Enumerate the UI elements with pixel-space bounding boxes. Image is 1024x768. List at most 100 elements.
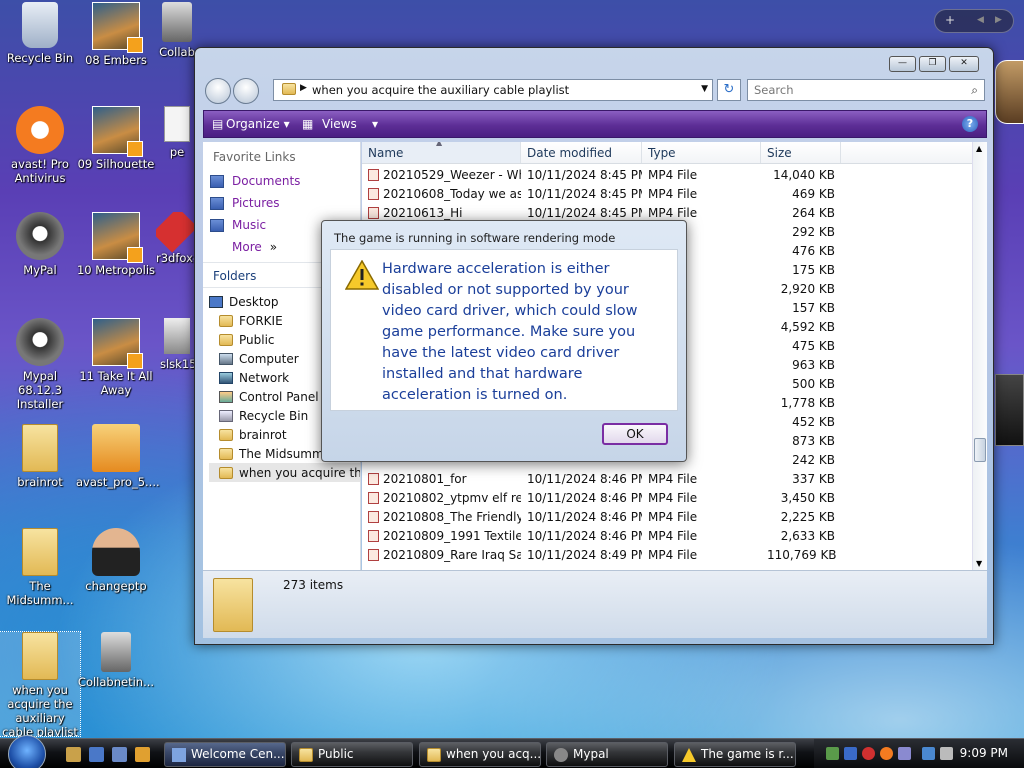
taskbar-button-game-dialog[interactable]: The game is r... xyxy=(674,742,796,767)
vertical-scrollbar[interactable]: ▲ ▼ xyxy=(972,142,987,570)
folder-icon xyxy=(213,578,253,632)
clock[interactable]: 9:09 PM xyxy=(960,746,1008,760)
file-date: 10/11/2024 8:46 PM xyxy=(527,528,642,543)
tree-item-label: The Midsumm xyxy=(239,446,324,461)
column-header-date[interactable]: Date modified xyxy=(521,142,642,163)
file-size: 242 KB xyxy=(792,452,835,467)
notification-area: 9:09 PM xyxy=(814,739,1024,768)
pictures-icon xyxy=(210,196,224,210)
desktop-icon-recycle-bin[interactable]: Recycle Bin xyxy=(0,2,80,65)
tray-icon[interactable] xyxy=(862,747,875,760)
file-date: 10/11/2024 8:45 PM xyxy=(527,205,642,220)
file-size: 469 KB xyxy=(792,186,835,201)
file-row[interactable]: 20210802_ytpmv elf re... 10/11/2024 8:46 … xyxy=(362,488,972,507)
desktop-icon-avast[interactable]: avast! Pro Antivirus xyxy=(0,106,80,185)
tree-item-current-folder[interactable]: when you acquire the xyxy=(209,463,360,482)
search-icon[interactable]: ⌕ xyxy=(971,83,978,98)
ok-button[interactable]: OK xyxy=(602,423,668,445)
network-icon[interactable] xyxy=(922,747,935,760)
warning-icon xyxy=(345,260,379,290)
desktop-icon-avast-pro[interactable]: avast_pro_5.... xyxy=(76,424,160,489)
desktop-icon-label: changeptp xyxy=(85,579,147,593)
organize-label: Organize xyxy=(226,117,280,131)
person-icon xyxy=(92,528,140,576)
file-row[interactable]: 20210529_Weezer - Wh... 10/11/2024 8:45 P… xyxy=(362,165,972,184)
desktop-icon-10-metropolis[interactable]: 10 Metropolis xyxy=(76,212,156,277)
sidebar-gadget[interactable] xyxy=(995,374,1024,446)
switch-windows-icon[interactable] xyxy=(112,747,127,762)
close-button[interactable]: ✕ xyxy=(949,56,979,72)
next-button[interactable]: ▶ xyxy=(995,15,1002,25)
search-input[interactable]: Search ⌕ xyxy=(747,79,985,101)
chevron-down-icon[interactable]: ▼ xyxy=(701,84,708,94)
desktop-icon-auxiliary-playlist[interactable]: when you acquire the auxiliary cable pla… xyxy=(0,631,81,737)
desktop-icon-08-embers[interactable]: 08 Embers xyxy=(76,2,156,67)
avast-tray-icon[interactable] xyxy=(880,747,893,760)
desktop-icon-label: Collab xyxy=(159,45,195,59)
chevron-right-icon[interactable]: ▶ xyxy=(300,83,307,93)
desktop-icon-mypal-installer[interactable]: Mypal 68.12.3 Installer xyxy=(0,318,80,411)
file-size: 452 KB xyxy=(792,414,835,429)
address-bar[interactable]: ▶ when you acquire the auxiliary cable p… xyxy=(273,79,713,101)
desktop-icon-pe[interactable]: pe xyxy=(160,106,194,159)
taskbar-button-welcome-center[interactable]: Welcome Cen... xyxy=(164,742,286,767)
file-date: 10/11/2024 8:46 PM xyxy=(527,490,642,505)
desktop-icon-brainrot[interactable]: brainrot xyxy=(0,424,80,489)
desktop-icon-slsk[interactable]: slsk157 xyxy=(160,318,194,371)
file-row[interactable]: 20210809_Rare Iraq Sad... 10/11/2024 8:49… xyxy=(362,545,972,564)
installer-icon xyxy=(92,424,140,472)
show-desktop-icon[interactable] xyxy=(89,747,104,762)
back-button[interactable] xyxy=(205,78,231,104)
sidebar-controls: + ◀ ▶ xyxy=(934,9,1014,33)
minimize-button[interactable]: — xyxy=(889,56,916,72)
column-header-size[interactable]: Size xyxy=(761,142,841,163)
desktop-icon-the-midsummer[interactable]: The Midsumm... xyxy=(0,528,80,607)
scroll-down-icon[interactable]: ▼ xyxy=(976,559,982,568)
desktop-icon-11-take-it-all-away[interactable]: 11 Take It All Away xyxy=(76,318,156,397)
taskbar-button-playlist-folder[interactable]: when you acq... xyxy=(419,742,541,767)
taskbar-button-mypal[interactable]: Mypal xyxy=(546,742,668,767)
desktop-icon-mypal[interactable]: MyPal xyxy=(0,212,80,277)
dialog-body: Hardware acceleration is either disabled… xyxy=(330,249,678,411)
tree-item-label: Public xyxy=(239,332,275,347)
file-name: 20210808_The Friendly ... xyxy=(383,509,521,524)
volume-icon[interactable] xyxy=(940,747,953,760)
views-menu[interactable]: Views ▾ xyxy=(322,117,378,131)
refresh-button[interactable]: ↻ xyxy=(717,79,741,101)
file-row[interactable]: 20210808_The Friendly ... 10/11/2024 8:46… xyxy=(362,507,972,526)
media-player-icon[interactable] xyxy=(135,747,150,762)
quick-launch-icon[interactable] xyxy=(66,747,81,762)
forward-button[interactable] xyxy=(233,78,259,104)
desktop-icon-changeptp[interactable]: changeptp xyxy=(76,528,156,593)
sidebar-gadget[interactable] xyxy=(995,60,1024,124)
help-button[interactable]: ? xyxy=(962,116,978,132)
file-row[interactable]: 20210608_Today we as... 10/11/2024 8:45 P… xyxy=(362,184,972,203)
desktop-icon-09-silhouette[interactable]: 09 Silhouette xyxy=(76,106,156,171)
taskbar-button-public[interactable]: Public xyxy=(291,742,413,767)
desktop-icon-r3dfox[interactable]: r3dfox- xyxy=(156,212,194,265)
file-size: 873 KB xyxy=(792,433,835,448)
column-header-type[interactable]: Type xyxy=(642,142,761,163)
maximize-button[interactable]: ❐ xyxy=(919,56,946,72)
column-header-name[interactable]: Name ▲ xyxy=(362,142,521,163)
favorite-link-pictures[interactable]: Pictures xyxy=(203,190,360,212)
desktop-icon-label: slsk157 xyxy=(160,357,194,371)
scroll-up-icon[interactable]: ▲ xyxy=(976,144,982,153)
organize-menu[interactable]: Organize ▾ xyxy=(226,117,290,131)
tray-icon[interactable] xyxy=(898,747,911,760)
taskbar: Welcome Cen... Public when you acq... My… xyxy=(0,735,1024,768)
start-button[interactable] xyxy=(8,735,46,768)
previous-button[interactable]: ◀ xyxy=(977,15,984,25)
scrollbar-thumb[interactable] xyxy=(974,438,986,462)
desktop-icon-collabnet[interactable]: Collabnetin... xyxy=(76,632,156,689)
file-row[interactable]: 20210809_1991 Textile ... 10/11/2024 8:46… xyxy=(362,526,972,545)
tray-icon[interactable] xyxy=(826,747,839,760)
item-count: 273 items xyxy=(283,578,344,592)
file-size: 292 KB xyxy=(792,224,835,239)
add-gadget-button[interactable]: + xyxy=(945,13,955,27)
favorite-link-documents[interactable]: Documents xyxy=(203,168,360,190)
column-label: Name xyxy=(368,145,404,160)
tray-icon[interactable] xyxy=(844,747,857,760)
file-row[interactable]: 20210801_for 10/11/2024 8:46 PM MP4 File 33… xyxy=(362,469,972,488)
file-name-cell: 20210613_Hi xyxy=(362,206,521,220)
